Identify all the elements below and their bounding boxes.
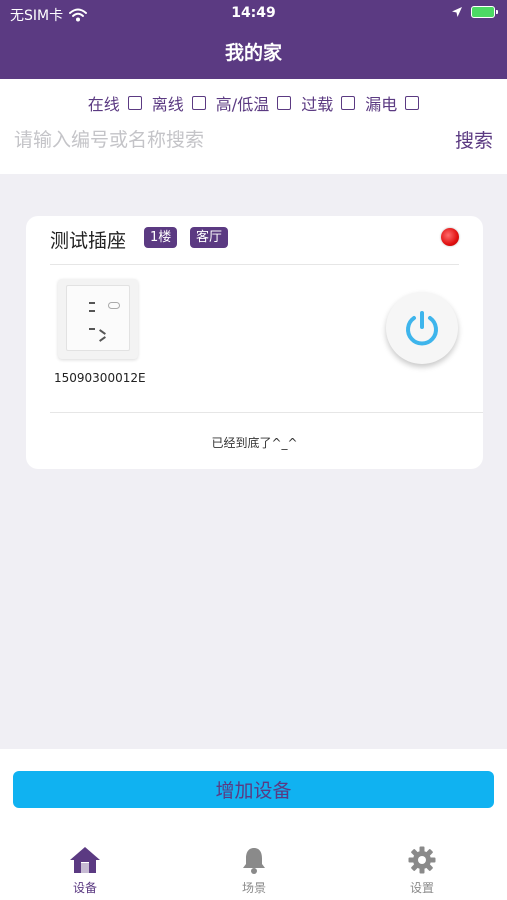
filter-online-checkbox[interactable] [127,96,142,110]
outlet-slot [99,336,106,342]
page-title: 我的家 [224,42,282,64]
gear-icon [408,846,436,874]
search-input[interactable] [14,125,414,155]
device-status-indicator [441,228,459,246]
floor-tag: 1楼 [144,227,178,248]
tab-settings[interactable]: 设置 [362,845,482,896]
tab-label: 设置 [409,881,434,895]
filter-label: 过载 [301,95,334,114]
tab-label: 场景 [241,881,266,895]
tab-label: 设备 [72,881,97,895]
filter-label: 漏电 [365,95,398,114]
outlet-slot [89,310,95,312]
battery-icon [471,6,498,18]
bell-icon [243,848,265,874]
device-id: 15090300012E [54,371,146,385]
tab-bar: 设备 场景 设置 [0,845,507,900]
power-toggle-button[interactable] [386,292,458,364]
room-tag: 客厅 [190,227,229,248]
filter-offline-checkbox[interactable] [191,96,206,110]
card-divider [50,264,459,265]
filter-leakage-checkbox[interactable] [405,96,420,110]
filter-leakage[interactable]: 漏电 [365,91,420,115]
filter-temperature-checkbox[interactable] [277,96,292,110]
filter-overload-checkbox[interactable] [341,96,356,110]
status-bar: 无SIM卡 14:49 [0,0,507,28]
outlet-slot [89,328,95,330]
status-right [451,6,498,18]
home-icon [70,847,100,873]
filter-row: 在线 离线 高/低温 过载 漏电 [0,91,507,115]
device-name: 测试插座 [50,230,127,252]
list-end-text: 已经到底了^_^ [211,436,298,450]
bottom-area: 增加设备 设备 场景 设置 [0,749,507,900]
power-icon [406,311,438,346]
add-device-button[interactable]: 增加设备 [13,771,494,808]
filter-temperature[interactable]: 高/低温 [215,91,292,115]
location-arrow-icon [452,7,462,17]
outlet-indicator [108,302,120,309]
device-image[interactable] [58,279,138,359]
filter-label: 在线 [87,95,120,114]
outlet-faceplate [66,285,130,351]
filter-label: 高/低温 [215,95,270,114]
search-button[interactable]: 搜索 [455,126,493,153]
outlet-slot [89,302,95,304]
tab-scenes[interactable]: 场景 [194,845,314,896]
filter-offline[interactable]: 离线 [152,91,206,115]
status-time: 14:49 [231,5,276,21]
outlet-slot [99,329,106,335]
tab-devices[interactable]: 设备 [25,845,145,896]
filter-area: 在线 离线 高/低温 过载 漏电 搜索 [0,79,507,174]
card-divider [50,412,483,413]
device-card[interactable]: 测试插座 1楼 客厅 15090300012E 已经到底了^_^ [26,216,483,469]
filter-label: 离线 [151,95,184,114]
filter-online[interactable]: 在线 [88,91,142,115]
filter-overload[interactable]: 过载 [301,91,356,115]
header-bar: 无SIM卡 14:49 我的家 [0,0,507,79]
